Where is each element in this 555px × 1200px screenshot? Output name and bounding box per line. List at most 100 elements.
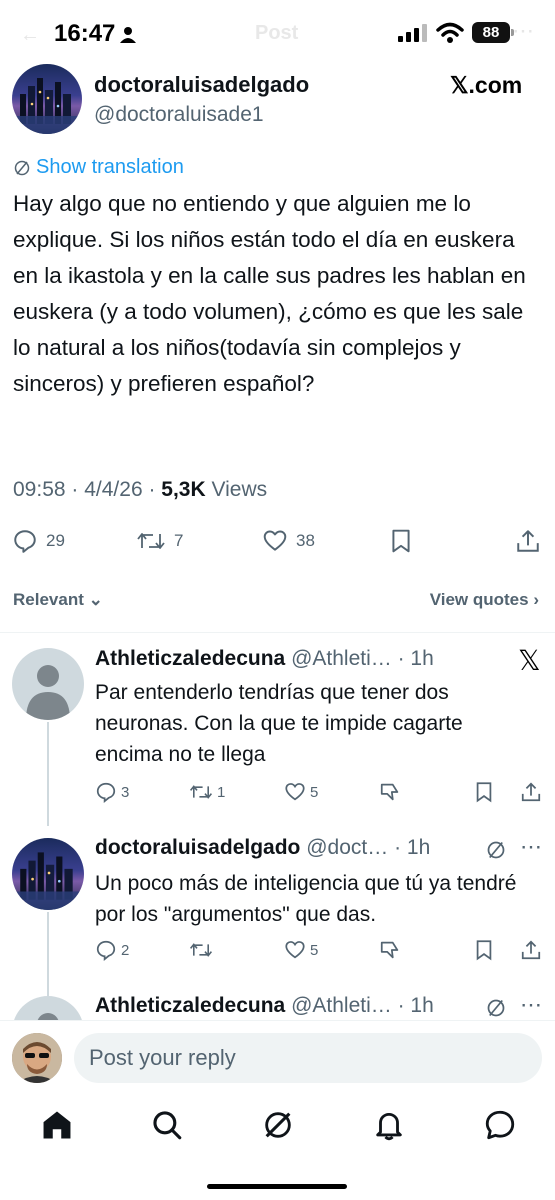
reply-count: 3 (121, 783, 130, 801)
status-bar: ← 16:47 Post 88 ⋯ (0, 0, 555, 64)
reply-icon (96, 782, 116, 803)
grok-icon[interactable] (261, 1108, 295, 1142)
default-avatar-icon (26, 665, 70, 720)
view-quotes-label: View quotes (429, 590, 529, 609)
reply-avatar[interactable] (12, 838, 84, 910)
dislike-button[interactable] (379, 781, 401, 803)
reply-icon (14, 530, 36, 553)
author-avatar[interactable] (12, 64, 82, 134)
back-arrow-icon: ← (20, 24, 40, 46)
reply-author-name[interactable]: doctoraluisadelgado (95, 836, 300, 859)
reply-button[interactable]: 3 (95, 781, 129, 803)
signal-icon (398, 24, 427, 42)
view-quotes-link[interactable]: View quotes › (430, 590, 539, 610)
show-translation-label: Show translation (36, 156, 184, 178)
bottom-tab-bar (0, 1094, 555, 1200)
repost-button[interactable] (189, 939, 217, 961)
bookmark-button[interactable] (473, 939, 495, 961)
reply-age: · 1h (397, 994, 434, 1017)
heart-icon (285, 941, 305, 959)
post-date: 4/4/26 (84, 478, 143, 501)
repost-button[interactable]: 1 (189, 781, 225, 803)
bookmark-icon (392, 529, 410, 553)
thumbs-down-icon (380, 941, 399, 959)
share-icon (521, 782, 541, 802)
show-translation-link[interactable]: Show translation (14, 156, 184, 179)
like-count: 5 (310, 783, 319, 801)
share-button[interactable] (520, 781, 542, 803)
dislike-button[interactable] (379, 939, 401, 961)
like-button[interactable]: 38 (262, 528, 315, 554)
heart-icon (285, 783, 305, 801)
reply-avatar[interactable] (12, 648, 84, 720)
bookmark-icon (476, 940, 492, 961)
like-button[interactable]: 5 (284, 939, 318, 961)
wifi-icon (436, 22, 464, 43)
post-time: 09:58 (13, 478, 66, 501)
repost-button[interactable]: 7 (136, 528, 183, 554)
reply-header: doctoraluisadelgado @doct… · 1h (95, 836, 430, 860)
reply-count: 2 (121, 941, 130, 959)
thumbs-down-icon (380, 783, 399, 801)
bookmark-button[interactable] (388, 528, 414, 554)
reply-author-handle[interactable]: @Athleti… (291, 647, 392, 670)
reply-header: Athleticzaledecuna @Athleti… · 1h (95, 647, 434, 671)
repost-icon (137, 533, 165, 549)
repost-icon (189, 785, 213, 799)
thread-line (47, 722, 49, 826)
translate-icon (487, 999, 505, 1017)
post-actions: 29 7 38 (0, 522, 555, 562)
home-icon[interactable] (40, 1108, 74, 1142)
bookmark-icon (476, 782, 492, 803)
relevant-label: Relevant (13, 590, 84, 609)
reply-count: 29 (46, 531, 65, 550)
heart-icon (263, 530, 287, 551)
share-button[interactable] (520, 939, 542, 961)
translate-icon (487, 841, 505, 859)
share-button[interactable] (515, 528, 541, 554)
translate-icon (14, 160, 30, 175)
repost-count: 1 (217, 783, 226, 801)
x-logo-icon: 𝕏 (518, 645, 541, 676)
user-avatar[interactable] (12, 1033, 62, 1083)
messages-icon[interactable] (483, 1108, 517, 1142)
reply-text: Par entenderlo tendrías que tener dos ne… (95, 681, 463, 766)
bookmark-button[interactable] (473, 781, 495, 803)
reply-icon (96, 940, 116, 961)
reply-author-name[interactable]: Athleticzaledecuna (95, 647, 285, 670)
reply-header: Athleticzaledecuna @Athleti… · 1h (95, 994, 434, 1018)
reply-age: · 1h (397, 647, 434, 670)
reply-actions: 3 1 5 (95, 781, 542, 807)
battery-indicator: 88 (472, 22, 514, 43)
more-options-icon[interactable]: ⋯ (520, 834, 542, 860)
like-button[interactable]: 5 (284, 781, 318, 803)
city-skyline-image (12, 852, 84, 910)
reply-age: · 1h (394, 836, 431, 859)
post-meta: 09:58 · 4/4/26 · 5,3K Views (13, 478, 268, 501)
share-icon (517, 530, 539, 552)
status-time: 16:47 (54, 20, 116, 47)
author-handle[interactable]: @doctoraluisade1 (94, 103, 264, 127)
reply-author-handle[interactable]: @doct… (306, 836, 388, 859)
header-title: Post (255, 22, 299, 44)
post-text: Hay algo que no entiendo y que alguien m… (13, 191, 526, 396)
relevant-dropdown[interactable]: Relevant ⌄ (13, 590, 103, 610)
reply-button[interactable]: 2 (95, 939, 129, 961)
post-views-count: 5,3K (161, 478, 206, 501)
reply-input[interactable]: Post your reply (74, 1033, 542, 1083)
reply-author-handle[interactable]: @Athleti… (291, 994, 392, 1017)
city-skyline-image (12, 78, 82, 134)
author-name[interactable]: doctoraluisadelgado (94, 72, 309, 98)
reply-button[interactable]: 29 (12, 528, 65, 554)
home-indicator (207, 1184, 347, 1189)
repost-count: 7 (174, 531, 184, 550)
search-icon[interactable] (150, 1108, 184, 1142)
reply-author-name[interactable]: Athleticzaledecuna (95, 994, 285, 1017)
chevron-down-icon: ⌄ (88, 590, 103, 609)
like-count: 5 (310, 941, 319, 959)
notifications-icon[interactable] (372, 1108, 406, 1142)
more-options-icon[interactable]: ⋯ (520, 992, 542, 1018)
post-views-label: Views (211, 478, 268, 501)
reply-actions: 2 5 (95, 939, 542, 965)
share-icon (521, 940, 541, 960)
